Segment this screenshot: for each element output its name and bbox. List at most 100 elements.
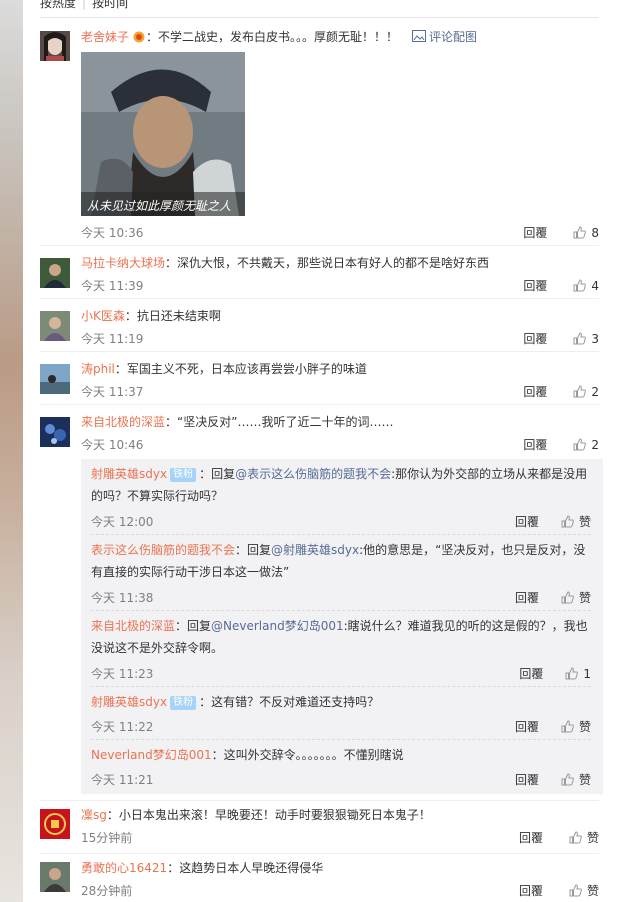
reply-button[interactable]: 回覆 (523, 279, 547, 293)
avatar[interactable] (40, 809, 70, 839)
comment-item: 凜sg：小日本鬼出来滚！早晚要还！动手时要狠狠锄死日本鬼子！ 15分钟前 回覆 赞 (40, 801, 599, 854)
reply-button[interactable]: 回覆 (515, 720, 539, 734)
comment-actions: 回覆 8 (523, 224, 599, 242)
left-background-strip (0, 0, 23, 902)
reply-button[interactable]: 回覆 (515, 515, 539, 529)
reply-username[interactable]: 射雕英雄sdyx (91, 695, 167, 709)
avatar[interactable] (40, 417, 70, 447)
mention-link[interactable]: @射雕英雄sdyx (271, 543, 359, 557)
thumb-up-icon (573, 226, 587, 239)
reply-actions: 回覆 赞 (515, 513, 591, 531)
comment-username[interactable]: 涛phil (81, 362, 115, 376)
reply-username[interactable]: 表示这么伤脑筋的题我不会 (91, 543, 235, 557)
reply-button[interactable]: 回覆 (523, 226, 547, 240)
sort-by-time-tab[interactable]: 按时间 (92, 0, 128, 10)
like-label: 赞 (578, 591, 591, 605)
thumb-up-icon (561, 591, 574, 604)
comment-username[interactable]: 勇敢的心16421 (81, 861, 167, 875)
avatar[interactable] (40, 311, 70, 341)
comment-text: ：军国主义不死，日本应该再尝尝小胖子的味道 (114, 362, 367, 376)
like-button[interactable] (573, 226, 587, 242)
comment-image-link[interactable]: 评论配图 (429, 30, 477, 44)
like-button[interactable] (573, 438, 587, 454)
thumb-up-icon (561, 773, 574, 786)
reply-text: 的吗？不算实际行动吗？ (91, 489, 224, 503)
like-count: 1 (583, 667, 591, 681)
reply-text: ：这有错？不反对难道还支持吗？ (199, 695, 380, 709)
like-label: 赞 (586, 831, 599, 845)
like-button[interactable] (573, 279, 587, 295)
reply-time: 今天 12:00 (91, 515, 154, 529)
mention-link[interactable]: @Neverland梦幻岛001 (211, 619, 344, 633)
comment-text: ：抗日还未结束啊 (124, 309, 221, 323)
thumb-up-icon (573, 385, 587, 398)
comment-username[interactable]: 老舍妹子 (81, 30, 129, 44)
like-button[interactable] (573, 332, 587, 348)
reply-button[interactable]: 回覆 (523, 438, 547, 452)
thumb-up-icon (569, 884, 582, 897)
like-button[interactable] (561, 773, 574, 789)
like-button[interactable] (569, 884, 582, 900)
avatar[interactable] (40, 31, 70, 61)
comment-actions: 回覆 赞 (519, 829, 599, 847)
reply-actions: 回覆 赞 (515, 718, 591, 736)
reply-button[interactable]: 回覆 (519, 667, 543, 681)
reply-time: 今天 11:23 (91, 667, 154, 681)
like-count: 2 (591, 438, 599, 452)
comment-text: ：小日本鬼出来滚！早晚要还！动手时要狠狠锄死日本鬼子！ (106, 808, 431, 822)
reply-button[interactable]: 回覆 (515, 591, 539, 605)
sort-by-hot-tab[interactable]: 按热度 (40, 0, 76, 10)
reply-item: 表示这么伤脑筋的题我不会：回复@射雕英雄sdyx:他的意思是，“坚决反对，也只是… (91, 539, 591, 611)
reply-prefix: ：回复 (199, 467, 236, 481)
reply-username[interactable]: 射雕英雄sdyx (91, 467, 167, 481)
comment-username[interactable]: 凜sg (81, 808, 107, 822)
thumb-up-icon (561, 515, 574, 528)
thumb-up-icon (573, 332, 587, 345)
like-button[interactable] (561, 591, 574, 607)
like-count: 8 (591, 226, 599, 240)
comment-time: 今天 11:19 (81, 332, 144, 346)
reply-username[interactable]: 来自北极的深蓝 (91, 619, 175, 633)
comment-text: ：不学二战史，发布白皮书。。。厚颜无耻！！！ (146, 30, 399, 44)
reply-text: ：这叫外交辞令。。。。。。。不懂别瞎说 (211, 748, 404, 762)
comment-item: 马拉卡纳大球场：深仇大恨，不共戴天，那些说日本有好人的都不是啥好东西 今天 11… (40, 246, 599, 299)
reply-button[interactable]: 回覆 (519, 831, 543, 845)
comment-image[interactable]: 从未见过如此厚颜无耻之人 (81, 52, 245, 216)
reply-item: Neverland梦幻岛001：这叫外交辞令。。。。。。。不懂别瞎说 今天 11… (91, 744, 591, 792)
comment-username[interactable]: 小K医森 (81, 309, 125, 323)
reply-button[interactable]: 回覆 (515, 773, 539, 787)
like-button[interactable] (569, 831, 582, 847)
reply-list: 射雕英雄sdyx 铁粉 ：回复@表示这么伤脑筋的题我不会:那你认为外交部的立场从来都… (81, 459, 603, 794)
like-button[interactable] (561, 720, 574, 736)
avatar[interactable] (40, 862, 70, 892)
comment-text: ：深仇大恨，不共戴天，那些说日本有好人的都不是啥好东西 (165, 256, 490, 270)
avatar[interactable] (40, 364, 70, 394)
like-label: 赞 (578, 515, 591, 529)
like-label: 赞 (586, 884, 599, 898)
like-button[interactable] (573, 385, 587, 401)
reply-text: 没说这不是外交辞令啊。 (91, 641, 224, 655)
like-button[interactable] (561, 515, 574, 531)
comment-time: 今天 10:46 (81, 438, 144, 452)
avatar[interactable] (40, 258, 70, 288)
reply-button[interactable]: 回覆 (523, 332, 547, 346)
reply-text: :他的意思是，“坚决反对，也只是反对，没 (359, 543, 586, 557)
reply-text: :瞎说什么？难道我见的听的这是假的？，我也 (343, 619, 588, 633)
comment-actions: 回覆 2 (523, 383, 599, 401)
reply-text: 有直接的实际行动干涉日本这一做法” (91, 565, 290, 579)
comment-time: 今天 11:39 (81, 279, 144, 293)
thumb-up-icon (573, 279, 587, 292)
like-count: 3 (591, 332, 599, 346)
comment-username[interactable]: 马拉卡纳大球场 (81, 256, 165, 270)
reply-button[interactable]: 回覆 (523, 385, 547, 399)
comment-time: 今天 11:37 (81, 385, 144, 399)
fan-badge: 铁粉 (170, 468, 197, 482)
comment-item: 老舍妹子 ：不学二战史，发布白皮书。。。厚颜无耻！！！ 评论配图 从未见过如此厚颜无… (40, 27, 599, 246)
comment-time: 15分钟前 (81, 831, 133, 845)
comment-username[interactable]: 来自北极的深蓝 (81, 415, 165, 429)
mention-link[interactable]: @表示这么伤脑筋的题我不会 (235, 467, 391, 481)
like-button[interactable] (565, 667, 579, 683)
reply-button[interactable]: 回覆 (519, 884, 543, 898)
reply-prefix: ：回复 (175, 619, 212, 633)
reply-username[interactable]: Neverland梦幻岛001 (91, 748, 212, 762)
